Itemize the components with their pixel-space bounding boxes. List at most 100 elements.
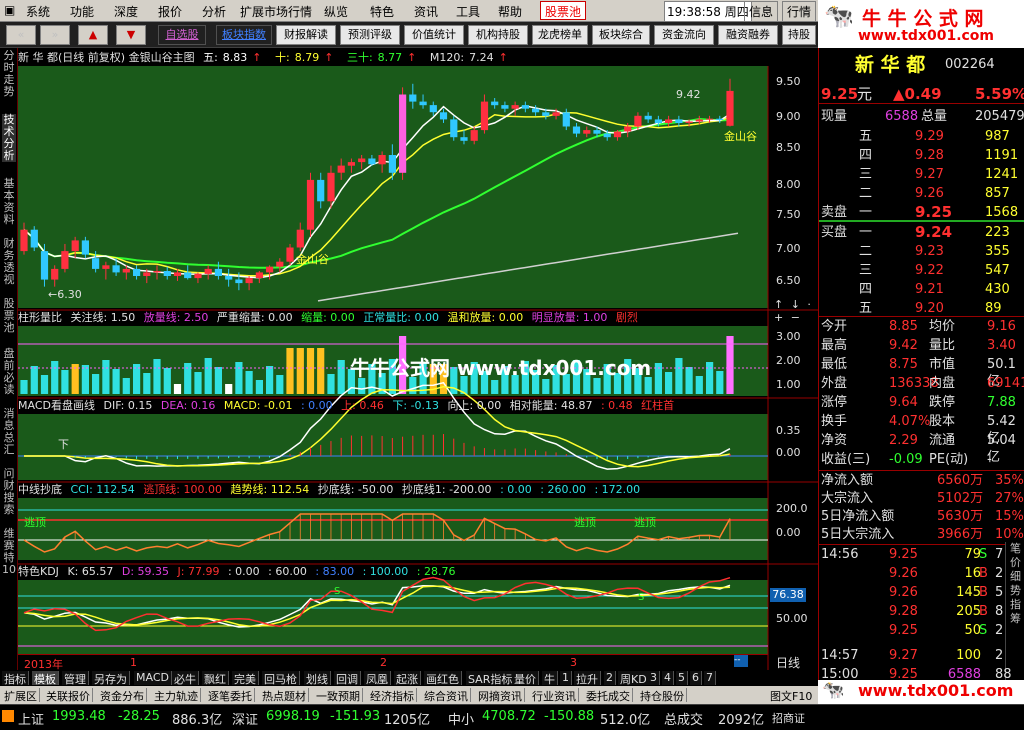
watchlist-button[interactable]: 自选股	[158, 25, 206, 45]
menu-depth[interactable]: 深度	[114, 3, 138, 20]
stat-row: 最低 8.75 市值 50.1亿	[819, 356, 1024, 389]
formula-tab[interactable]: 模板	[32, 671, 59, 686]
tick-row: 9.28 205 B 8	[819, 603, 1024, 620]
tab-premarket[interactable]: 盘前必读	[2, 348, 16, 396]
info-button[interactable]: 信息	[744, 1, 779, 22]
formula-tab[interactable]: 起涨	[394, 671, 421, 686]
formula-tab[interactable]: 完美	[232, 671, 259, 686]
menu-overview[interactable]: 纵览	[324, 3, 348, 20]
back-button[interactable]: «	[6, 25, 36, 45]
formula-tab[interactable]: 回马枪	[262, 671, 300, 686]
tab-technical[interactable]: 技术分析	[2, 114, 16, 162]
formula-tab[interactable]: 2	[604, 671, 616, 685]
formula-tab[interactable]: 画红色	[424, 671, 462, 686]
ext-tab[interactable]: 热点题材	[260, 688, 309, 703]
axis-label: 50.00	[776, 612, 808, 625]
report-button[interactable]: 财报解读	[276, 25, 336, 45]
tab-basic-info[interactable]: 基本资料	[2, 178, 16, 226]
holding-button[interactable]: 持股	[782, 25, 816, 45]
cci-panel-title: 中线抄底 CCI: 112.54 逃顶线: 100.00 趋势线: 112.54…	[18, 482, 818, 498]
ext-tab[interactable]: 网摘资讯	[476, 688, 525, 703]
down-button[interactable]: ▼	[116, 25, 146, 45]
formula-tab[interactable]: 1	[560, 671, 572, 685]
candle-body	[347, 162, 355, 166]
ext-tab[interactable]: 逐笔委托	[206, 688, 255, 703]
formula-tab[interactable]: 必牛	[172, 671, 199, 686]
sector-summary-button[interactable]: 板块综合	[592, 25, 650, 45]
formula-tab[interactable]: SAR指标	[466, 671, 516, 686]
ext-tab[interactable]: 关联报价	[44, 688, 93, 703]
formula-tab[interactable]: MACD	[134, 671, 172, 685]
candle-body	[266, 266, 274, 273]
formula-tab[interactable]: 划线	[304, 671, 331, 686]
menu-quote[interactable]: 报价	[158, 3, 182, 20]
formula-tab[interactable]: 5	[676, 671, 688, 685]
formula-tab[interactable]: 牛	[542, 671, 558, 686]
menu-system[interactable]: 系统	[26, 3, 50, 20]
kdj-tag-1: S	[334, 586, 341, 597]
dragon-tiger-button[interactable]: 龙虎榜单	[532, 25, 588, 45]
formula-tab[interactable]: 飘红	[202, 671, 229, 686]
volume-bar	[695, 376, 703, 394]
formula-tab[interactable]: 4	[662, 671, 674, 685]
stat-value2: 3.40	[987, 338, 1016, 353]
formula-tab[interactable]: 3	[648, 671, 660, 685]
menu-special[interactable]: 特色	[370, 3, 394, 20]
sh-amount: 886.3亿	[172, 713, 223, 728]
ext-tab[interactable]: 一致预期	[314, 688, 363, 703]
ext-tab[interactable]: 主力轨迹	[152, 688, 201, 703]
value-stats-button[interactable]: 价值统计	[404, 25, 464, 45]
status-icon[interactable]	[2, 710, 14, 722]
bid-price: 9.23	[915, 244, 944, 259]
menu-analysis[interactable]: 分析	[202, 3, 226, 20]
macd-value: MACD: -0.01	[223, 399, 293, 412]
ext-tab[interactable]: 综合资讯	[422, 688, 471, 703]
institution-button[interactable]: 机构持股	[468, 25, 528, 45]
tab-finance[interactable]: 财务透视	[2, 238, 16, 286]
menu-help[interactable]: 帮助	[498, 3, 522, 20]
tick-side: S	[979, 623, 988, 638]
chart-area[interactable]: 新 华 都(日线 前复权) 金银山谷主图 五: 8.83 ↑ 十: 8.79 ↑ 三十:…	[18, 48, 818, 671]
ext-tab[interactable]: 经济指标	[368, 688, 417, 703]
quote-button[interactable]: 行情	[782, 1, 817, 22]
tab-news[interactable]: 消息总汇	[2, 408, 16, 456]
ext-tab[interactable]: 扩展区	[2, 688, 40, 703]
forecast-button[interactable]: 预测评级	[340, 25, 400, 45]
ext-tab[interactable]: 行业资讯	[530, 688, 579, 703]
forward-button[interactable]: »	[40, 25, 70, 45]
formula-tab[interactable]: 6	[690, 671, 702, 685]
sector-index-button[interactable]: 板块指数	[216, 25, 272, 45]
formula-tab[interactable]: 量价	[512, 671, 539, 686]
formula-tab[interactable]: 另存为	[92, 671, 130, 686]
formula-tab[interactable]: 管理	[62, 671, 89, 686]
up-button[interactable]: ▲	[78, 25, 108, 45]
formula-tab[interactable]: 指标	[2, 671, 29, 686]
formula-tab[interactable]: 凤凰	[364, 671, 391, 686]
ext-tab[interactable]: 持仓股份	[638, 688, 687, 703]
tab-stock-pool[interactable]: 股票池	[2, 298, 16, 334]
app-icon[interactable]: ▣	[4, 3, 15, 17]
time-cursor[interactable]: --	[734, 655, 748, 667]
fund-flow-button[interactable]: 资金流向	[654, 25, 714, 45]
formula-tab[interactable]: 拉升	[574, 671, 601, 686]
menu-tools[interactable]: 工具	[456, 3, 480, 20]
ext-tab[interactable]: 资金分布	[98, 688, 147, 703]
menu-function[interactable]: 功能	[70, 3, 94, 20]
stock-pool-button[interactable]: 股票池	[540, 1, 587, 20]
candle-body	[624, 126, 632, 132]
formula-tab[interactable]: 周KD	[618, 671, 650, 686]
tab-intraday[interactable]: 分时走势	[2, 50, 16, 98]
tab-search[interactable]: 问财搜索	[2, 468, 16, 516]
formula-tab[interactable]: 回调	[334, 671, 361, 686]
ext-tab[interactable]: 委托成交	[584, 688, 633, 703]
margin-button[interactable]: 融资融券	[718, 25, 778, 45]
formula-tab[interactable]: 7	[704, 671, 716, 685]
tab-vst10[interactable]: 维赛特10	[2, 528, 16, 576]
kdj-k: K: 65.57	[67, 565, 114, 578]
ask-price: 9.26	[915, 186, 944, 201]
menu-ext-market[interactable]: 扩展市场行情	[240, 3, 312, 20]
menu-news[interactable]: 资讯	[414, 3, 438, 20]
macd-extra: : 0.48	[600, 399, 633, 412]
f10-button[interactable]: 图文F10	[770, 688, 812, 704]
period-label[interactable]: 日线	[776, 654, 800, 671]
